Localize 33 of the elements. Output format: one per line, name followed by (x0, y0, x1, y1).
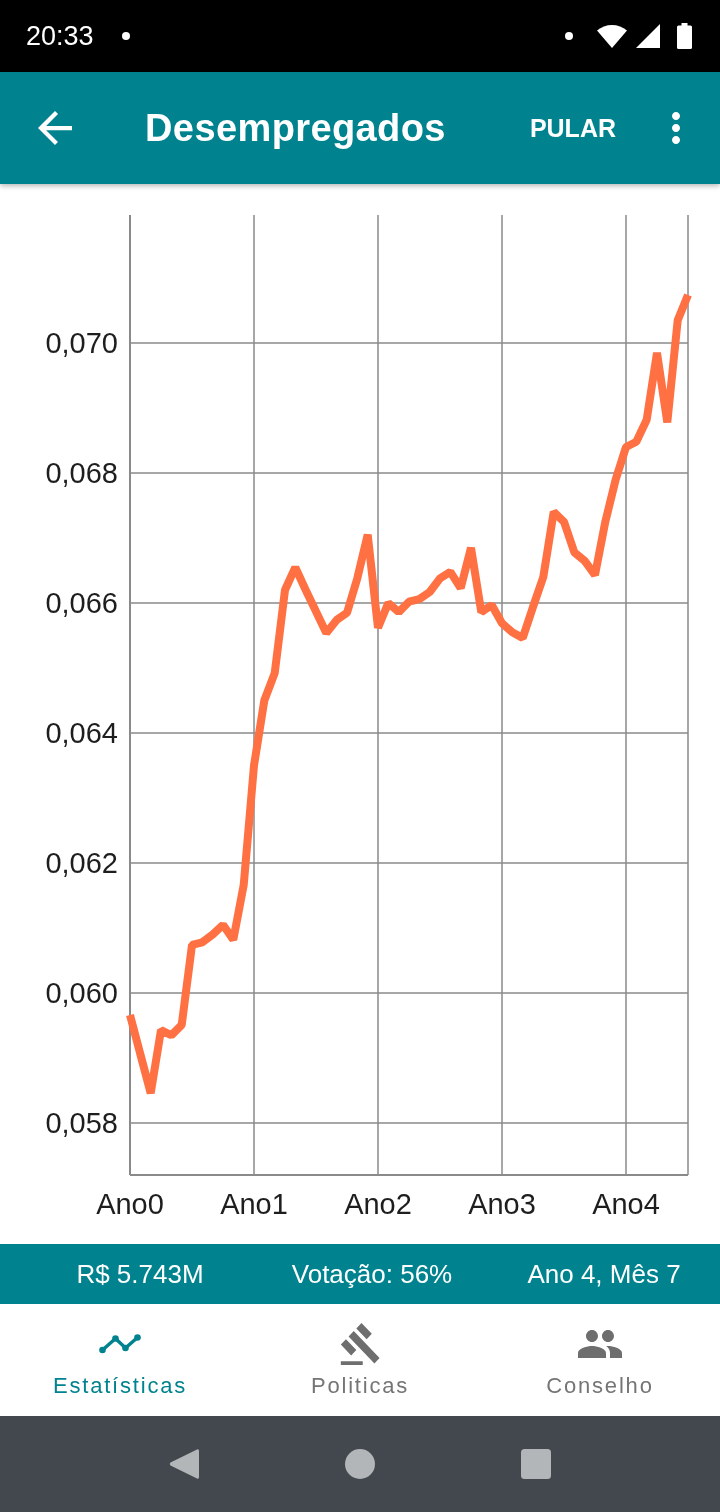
x-axis-label: Ano2 (344, 1188, 412, 1220)
y-axis-label: 0,062 (45, 847, 118, 879)
home-icon[interactable] (345, 1449, 375, 1479)
line-chart-icon (99, 1334, 141, 1354)
nav-tab[interactable]: Politicas (240, 1304, 480, 1416)
money-label: R$ 5.743M (76, 1258, 204, 1290)
x-axis-label: Ano1 (220, 1188, 288, 1220)
app-title: Desempregados (145, 106, 447, 150)
more-options-icon[interactable] (672, 112, 680, 144)
signal-icon (636, 24, 660, 48)
date-label: Ano 4, Mês 7 (527, 1258, 681, 1290)
y-axis-label: 0,064 (45, 717, 118, 749)
gavel-icon (339, 1323, 381, 1365)
back-icon[interactable] (169, 1448, 199, 1480)
nav-tab[interactable]: Estatísticas (0, 1304, 240, 1416)
skip-button[interactable]: PULAR (529, 109, 616, 147)
y-axis-label: 0,070 (45, 327, 118, 360)
x-axis-label: Ano4 (592, 1188, 660, 1220)
x-axis-label: Ano3 (468, 1188, 536, 1220)
back-arrow-icon[interactable] (38, 111, 72, 145)
notification-dot-icon (121, 32, 130, 40)
y-axis-label: 0,068 (45, 457, 118, 490)
vote-label: Votação: 56% (291, 1258, 453, 1290)
x-axis-label: Ano0 (96, 1188, 164, 1220)
y-axis-label: 0,058 (45, 1107, 118, 1139)
nav-tab[interactable]: Conselho (480, 1304, 720, 1416)
y-axis-label: 0,060 (45, 977, 118, 1009)
y-axis-label: 0,066 (45, 587, 118, 620)
battery-icon (677, 23, 692, 49)
wifi-icon (597, 24, 627, 48)
notification-dot-icon (565, 32, 573, 40)
people-icon (578, 1330, 622, 1358)
clock-text: 20:33 (26, 20, 94, 52)
